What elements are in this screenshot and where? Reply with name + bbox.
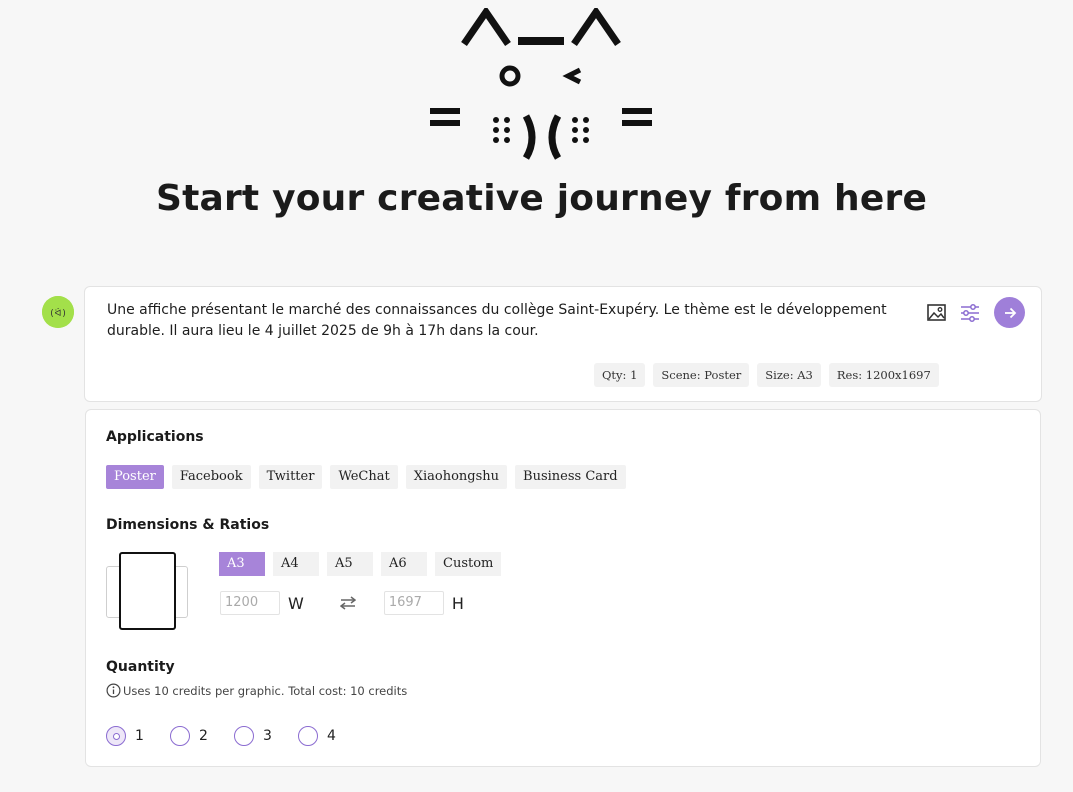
portrait-frame (119, 552, 176, 630)
prompt-card: Une affiche présentant le marché des con… (84, 286, 1042, 402)
info-icon (106, 683, 121, 698)
radio-unchecked[interactable] (234, 726, 254, 746)
settings-panel: Applications Poster Facebook Twitter WeC… (85, 409, 1041, 767)
quantity-option-1[interactable]: 1 (106, 726, 170, 746)
width-input[interactable]: 1200 (220, 591, 280, 615)
size-chip-a5[interactable]: A5 (327, 552, 373, 576)
app-chip-poster[interactable]: Poster (106, 465, 164, 489)
arrow-right-icon (1004, 307, 1016, 318)
quantity-label: 4 (327, 728, 336, 744)
radio-unchecked[interactable] (298, 726, 318, 746)
height-input[interactable]: 1697 (383, 591, 444, 615)
size-chip-a4[interactable]: A4 (273, 552, 319, 576)
swap-icon (339, 596, 356, 610)
credits-info: Uses 10 credits per graphic. Total cost:… (106, 683, 407, 698)
size-chip-a6[interactable]: A6 (381, 552, 427, 576)
quantity-label: 1 (135, 728, 144, 744)
quantity-label: 3 (263, 728, 272, 744)
applications-list: Poster Facebook Twitter WeChat Xiaohongs… (106, 465, 626, 489)
applications-title: Applications (106, 429, 204, 445)
quantity-options: 1 2 3 4 (106, 726, 362, 746)
app-chip-facebook[interactable]: Facebook (171, 465, 251, 489)
cat-face-icon (430, 5, 652, 160)
page-title: Start your creative journey from here (155, 178, 928, 219)
tag-resolution: Res: 1200x1697 (828, 363, 939, 387)
size-options: A3 A4 A5 A6 Custom (219, 552, 502, 576)
mascot-logo (420, 5, 660, 168)
swap-button[interactable] (338, 593, 358, 613)
avatar: (ᐛ) (42, 296, 74, 328)
sliders-icon (961, 303, 979, 322)
ratio-preview (106, 552, 189, 632)
prompt-input[interactable]: Une affiche présentant le marché des con… (107, 300, 897, 342)
app-chip-wechat[interactable]: WeChat (330, 465, 398, 489)
app-chip-xiaohongshu[interactable]: Xiaohongshu (405, 465, 508, 489)
prompt-actions (926, 297, 1025, 328)
app-chip-business-card[interactable]: Business Card (515, 465, 626, 489)
send-button[interactable] (994, 297, 1025, 328)
tag-size: Size: A3 (757, 363, 821, 387)
radio-unchecked[interactable] (170, 726, 190, 746)
app-chip-twitter[interactable]: Twitter (258, 465, 323, 489)
quantity-title: Quantity (106, 659, 175, 675)
size-chip-a3[interactable]: A3 (219, 552, 265, 576)
quantity-option-4[interactable]: 4 (298, 726, 362, 746)
cat-avatar-icon: (ᐛ) (42, 296, 74, 328)
credits-info-text: Uses 10 credits per graphic. Total cost:… (123, 683, 408, 698)
settings-button[interactable] (960, 303, 980, 323)
radio-checked[interactable] (106, 726, 126, 746)
size-chip-custom[interactable]: Custom (435, 552, 502, 576)
image-upload-button[interactable] (926, 303, 946, 323)
width-label: W (288, 593, 304, 613)
dimensions-title: Dimensions & Ratios (106, 517, 270, 533)
tag-qty: Qty: 1 (594, 363, 646, 387)
height-label: H (451, 593, 464, 613)
tag-scene: Scene: Poster (653, 363, 750, 387)
quantity-label: 2 (199, 728, 208, 744)
quantity-option-2[interactable]: 2 (170, 726, 234, 746)
dimension-inputs: 1200 W 1697 H (220, 591, 464, 615)
svg-text:(ᐛ): (ᐛ) (49, 307, 67, 319)
quantity-option-3[interactable]: 3 (234, 726, 298, 746)
prompt-tags: Qty: 1 Scene: Poster Size: A3 Res: 1200x… (594, 363, 939, 387)
image-icon (926, 304, 946, 321)
